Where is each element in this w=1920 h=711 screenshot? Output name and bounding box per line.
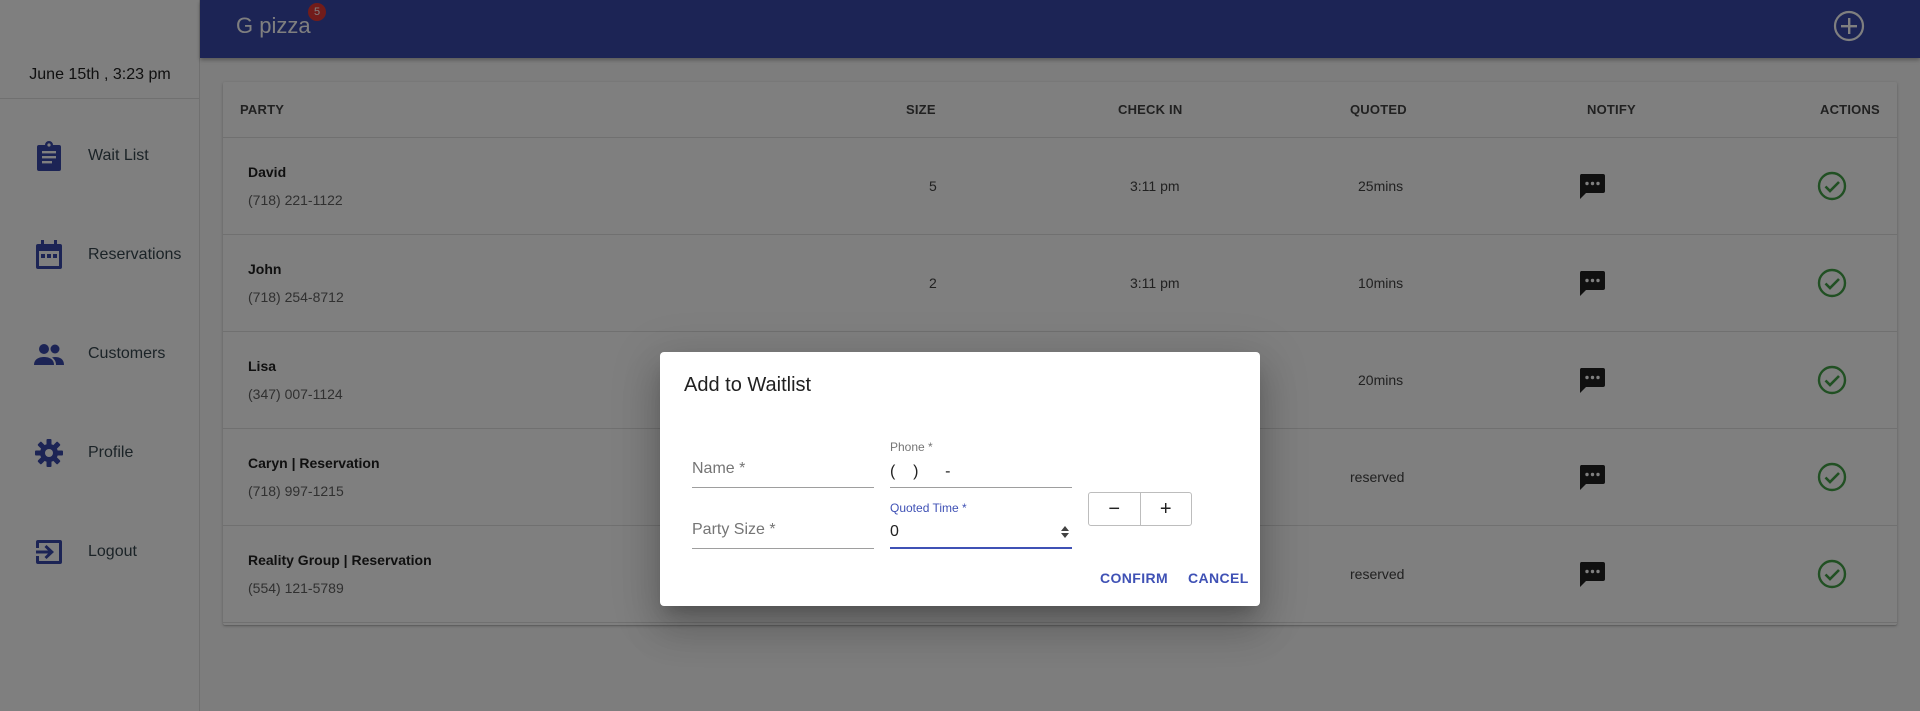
add-to-waitlist-dialog: Add to Waitlist Name * Phone * ( ) - Par… <box>660 352 1260 606</box>
increment-button[interactable]: + <box>1139 493 1192 525</box>
quoted-time-stepper: − + <box>1088 492 1192 526</box>
confirm-button[interactable]: CONFIRM <box>1100 570 1168 586</box>
dialog-title: Add to Waitlist <box>684 374 812 396</box>
quoted-time-field-value: 0 <box>890 523 899 540</box>
phone-field-label: Phone * <box>890 440 933 454</box>
decrement-button[interactable]: − <box>1089 493 1140 525</box>
phone-field-value: ( ) - <box>890 463 951 480</box>
party-size-field[interactable]: Party Size * <box>692 501 874 549</box>
name-field-label: Name * <box>692 460 746 477</box>
number-spinner-icon[interactable] <box>1060 525 1070 539</box>
cancel-button[interactable]: CANCEL <box>1188 570 1249 586</box>
quoted-time-field-label: Quoted Time * <box>890 501 967 515</box>
name-field[interactable]: Name * <box>692 440 874 488</box>
quoted-time-field[interactable]: Quoted Time * 0 <box>890 501 1072 549</box>
phone-field[interactable]: Phone * ( ) - <box>890 440 1072 488</box>
party-size-field-label: Party Size * <box>692 521 776 538</box>
